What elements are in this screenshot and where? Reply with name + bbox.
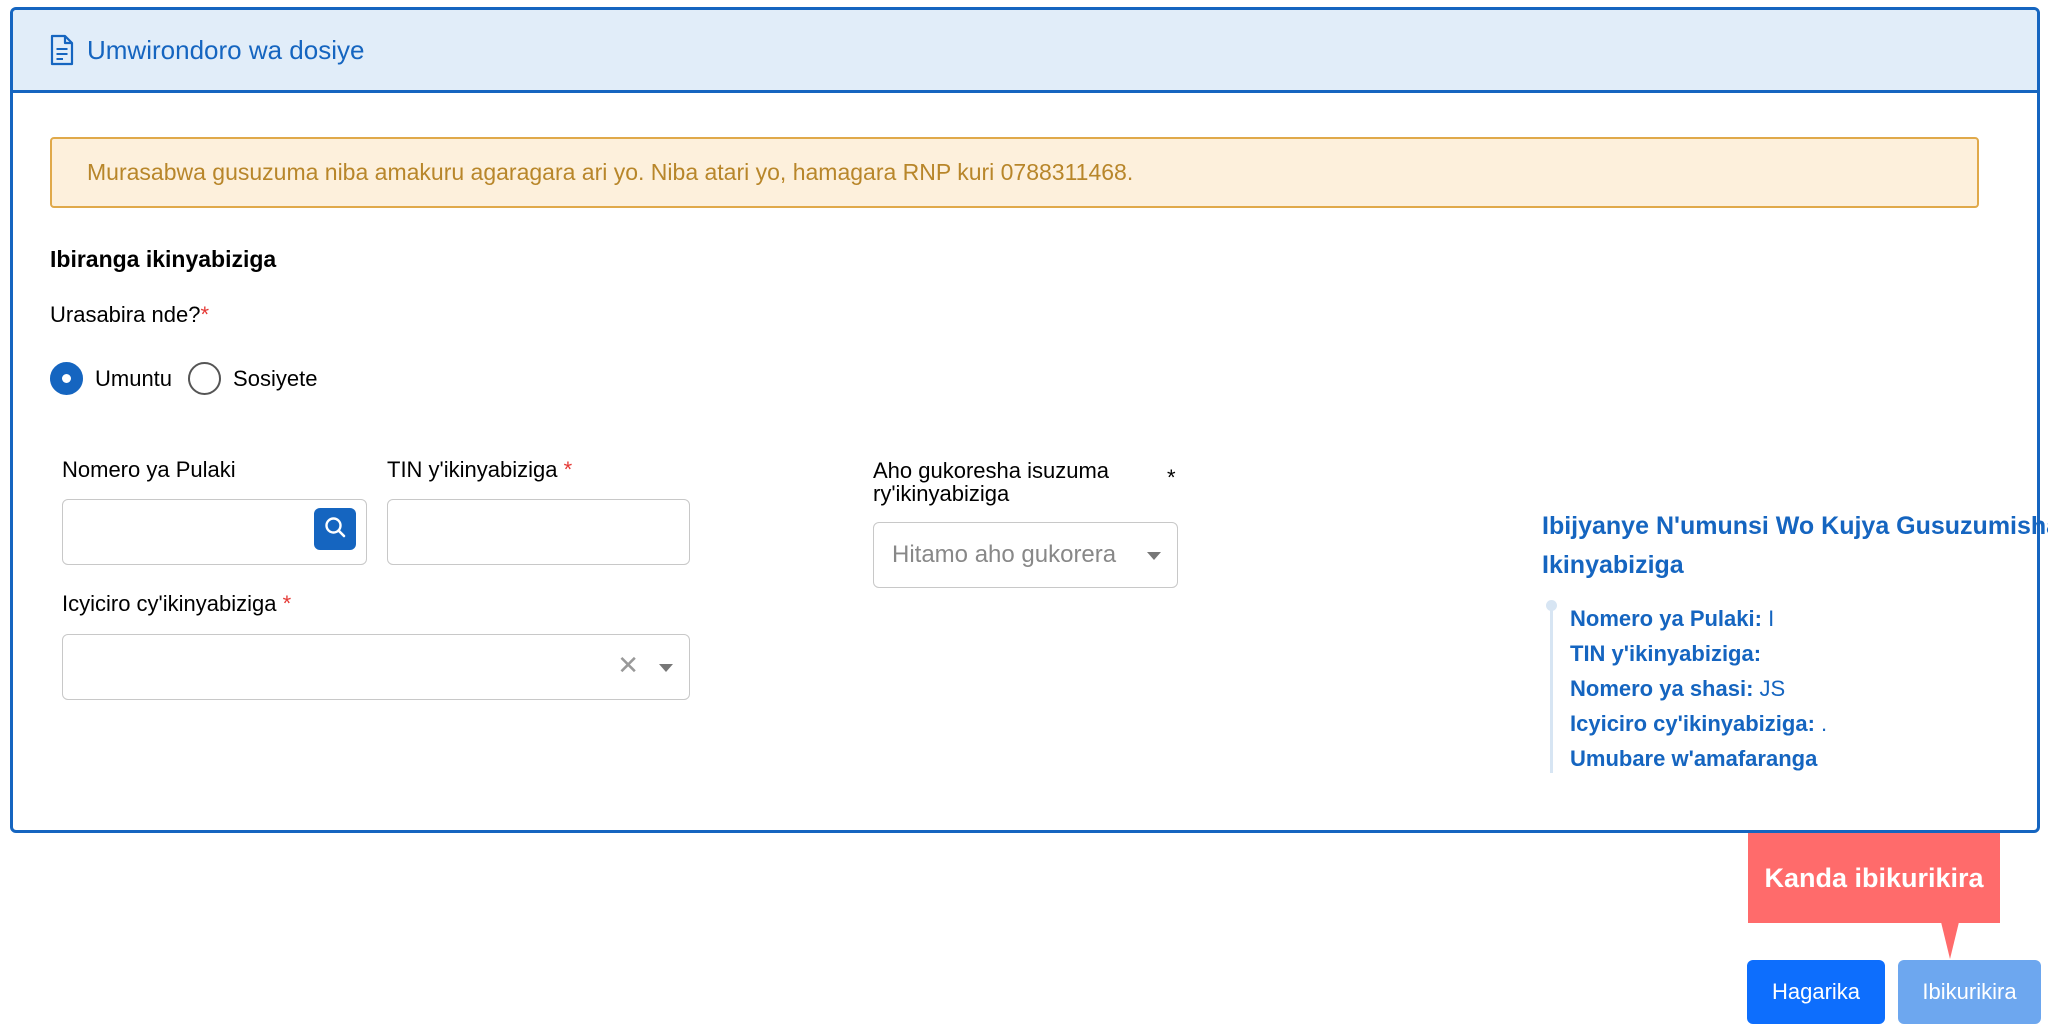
tooltip-text: Kanda ibikurikira xyxy=(1764,862,1984,893)
info-item-plate: Nomero ya Pulaki: I xyxy=(1570,601,1827,636)
card-title: Umwirondoro wa dosiye xyxy=(87,34,365,65)
radio-individual-circle[interactable] xyxy=(50,362,83,395)
card-header: Umwirondoro wa dosiye xyxy=(13,10,2037,93)
info-item-chassis-label: Nomero ya shasi: xyxy=(1570,676,1754,701)
radio-company-circle[interactable] xyxy=(188,362,222,395)
inspection-location-select[interactable]: Hitamo aho gukorera xyxy=(873,522,1178,588)
tin-label: TIN y'ikinyabiziga * xyxy=(387,458,572,481)
inspection-location-placeholder: Hitamo aho gukorera xyxy=(892,541,1117,568)
inspection-location-required-mark: * xyxy=(1167,465,1176,490)
info-item-chassis: Nomero ya shasi: JS xyxy=(1570,671,1827,706)
info-item-amount: Umubare w'amafaranga xyxy=(1570,741,1827,776)
applicant-type-question: Urasabira nde?* xyxy=(50,302,209,328)
clear-icon[interactable]: ✕ xyxy=(617,652,639,678)
inspection-info-list: Nomero ya Pulaki: I TIN y'ikinyabiziga: … xyxy=(1546,600,1827,776)
radio-individual-label: Umuntu xyxy=(95,365,173,391)
info-item-plate-label: Nomero ya Pulaki: xyxy=(1570,606,1762,631)
applicant-type-radio-group: Umuntu Sosiyete xyxy=(50,362,333,395)
tin-field[interactable] xyxy=(387,499,690,565)
radio-company[interactable]: Sosiyete xyxy=(188,362,317,395)
category-required-mark: * xyxy=(282,591,292,616)
inspection-info-title: Ibijyanye N'umunsi Wo Kujya Gusuzumisha … xyxy=(1542,512,2048,579)
next-step-tooltip: Kanda ibikurikira xyxy=(1748,833,2000,959)
info-item-tin: TIN y'ikinyabiziga: xyxy=(1570,636,1827,671)
question-label: Urasabira nde? xyxy=(50,302,201,327)
info-item-category: Icyiciro cy'ikinyabiziga: . xyxy=(1570,706,1827,741)
info-item-category-label: Icyiciro cy'ikinyabiziga: xyxy=(1570,711,1815,736)
search-button[interactable] xyxy=(314,508,356,550)
alert-text: Murasabwa gusuzuma niba amakuru agaragar… xyxy=(87,159,1134,185)
info-item-amount-label: Umubare w'amafaranga xyxy=(1570,746,1818,771)
chevron-down-icon[interactable] xyxy=(659,664,673,672)
inspection-location-label: Aho gukoresha isuzuma ry'ikinyabiziga xyxy=(873,459,1118,505)
search-icon xyxy=(323,515,347,544)
next-button[interactable]: Ibikurikira xyxy=(1898,960,2041,1024)
vehicle-category-label-text: Icyiciro cy'ikinyabiziga xyxy=(62,591,277,616)
radio-individual[interactable]: Umuntu xyxy=(50,362,172,395)
section-title: Ibiranga ikinyabiziga xyxy=(50,246,277,272)
plate-number-label-text: Nomero ya Pulaki xyxy=(62,457,236,482)
vehicle-category-select[interactable]: ✕ xyxy=(62,634,690,700)
warning-alert: Murasabwa gusuzuma niba amakuru agaragar… xyxy=(50,137,1979,208)
radio-company-label: Sosiyete xyxy=(233,365,318,391)
plate-number-label: Nomero ya Pulaki xyxy=(62,458,236,481)
info-item-tin-label: TIN y'ikinyabiziga: xyxy=(1570,641,1762,666)
tin-label-text: TIN y'ikinyabiziga xyxy=(387,457,558,482)
info-item-plate-value: I xyxy=(1768,606,1775,631)
info-item-chassis-value: JS xyxy=(1759,676,1786,701)
inspection-location-label-text: Aho gukoresha isuzuma ry'ikinyabiziga xyxy=(873,458,1110,506)
document-icon xyxy=(49,34,75,66)
required-mark: * xyxy=(200,302,209,327)
plate-number-field[interactable] xyxy=(62,499,367,565)
tin-required-mark: * xyxy=(563,457,573,482)
vehicle-category-label: Icyiciro cy'ikinyabiziga * xyxy=(62,592,291,615)
chevron-down-icon xyxy=(1147,552,1161,560)
cancel-button[interactable]: Hagarika xyxy=(1747,960,1885,1024)
timeline-dot xyxy=(1546,600,1557,611)
info-item-category-value: . xyxy=(1821,711,1828,736)
